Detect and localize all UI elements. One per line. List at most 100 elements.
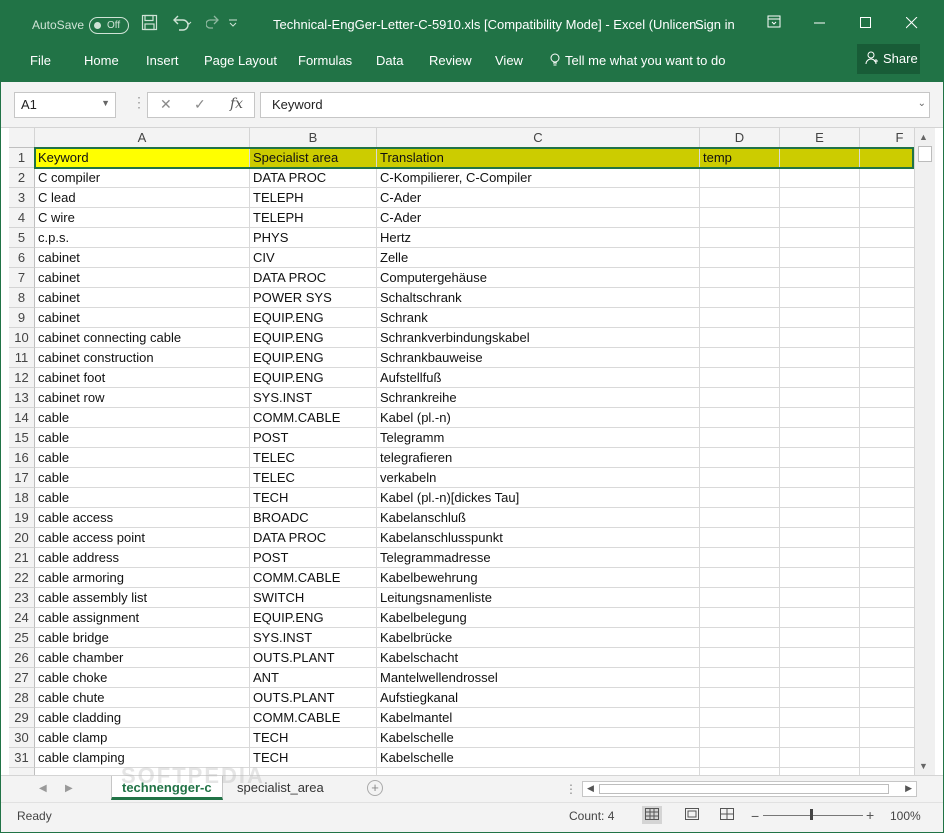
minimize-icon[interactable] xyxy=(797,9,843,41)
cell-c[interactable]: C-Ader xyxy=(377,188,700,208)
horizontal-scrollbar[interactable]: ◀ ▶ xyxy=(582,781,917,797)
cell-b[interactable]: Specialist area xyxy=(250,148,377,168)
cell-f[interactable] xyxy=(860,508,914,528)
cell-a[interactable]: cable address xyxy=(35,548,250,568)
cell-d[interactable] xyxy=(700,628,780,648)
cell-b[interactable]: EQUIP.ENG xyxy=(250,608,377,628)
cell-a[interactable]: cabinet xyxy=(35,268,250,288)
cell-d[interactable] xyxy=(700,468,780,488)
row-header[interactable]: 17 xyxy=(9,468,35,488)
cell-c[interactable]: Aufstiegkanal xyxy=(377,688,700,708)
column-header-e[interactable]: E xyxy=(780,128,860,148)
cell-f[interactable] xyxy=(860,708,914,728)
row-header[interactable]: 13 xyxy=(9,388,35,408)
cell-c[interactable]: Kabelschacht xyxy=(377,648,700,668)
cell-c[interactable]: Schrank xyxy=(377,308,700,328)
cell-e[interactable] xyxy=(780,328,860,348)
cell-f[interactable] xyxy=(860,628,914,648)
next-sheet-icon[interactable]: ▶ xyxy=(65,783,73,794)
cell-a[interactable]: cable assignment xyxy=(35,608,250,628)
cell-f[interactable] xyxy=(860,148,914,168)
cell-f[interactable] xyxy=(860,388,914,408)
cell-e[interactable] xyxy=(780,708,860,728)
tab-data[interactable]: Data xyxy=(376,53,403,69)
cell-d[interactable] xyxy=(700,168,780,188)
cell-c[interactable]: Hertz xyxy=(377,228,700,248)
cell-b[interactable]: OUTS.PLANT xyxy=(250,688,377,708)
cell-b[interactable]: TECH xyxy=(250,748,377,768)
tab-insert[interactable]: Insert xyxy=(146,53,179,69)
cell-e[interactable] xyxy=(780,388,860,408)
cell-b[interactable]: COMM.CABLE xyxy=(250,408,377,428)
cell-e[interactable] xyxy=(780,688,860,708)
page-break-view-icon[interactable] xyxy=(717,806,737,824)
chevron-down-icon[interactable]: ▼ xyxy=(101,98,110,108)
status-count[interactable]: Count: 4 xyxy=(569,809,614,823)
cell-a[interactable]: cable bridge xyxy=(35,628,250,648)
cell-a[interactable]: cable chamber xyxy=(35,648,250,668)
cell-f[interactable] xyxy=(860,348,914,368)
cell-f[interactable] xyxy=(860,448,914,468)
cell-d[interactable] xyxy=(700,728,780,748)
cell-d[interactable] xyxy=(700,288,780,308)
cell-a[interactable]: cable xyxy=(35,428,250,448)
cell-a[interactable]: C lead xyxy=(35,188,250,208)
cell-d[interactable] xyxy=(700,748,780,768)
cell-d[interactable] xyxy=(700,388,780,408)
customize-qat-icon[interactable] xyxy=(227,14,239,37)
row-header[interactable]: 11 xyxy=(9,348,35,368)
normal-view-icon[interactable] xyxy=(642,806,662,824)
horizontal-scroll-thumb[interactable] xyxy=(599,784,889,794)
expand-formula-icon[interactable]: ⌄ xyxy=(918,98,926,109)
cell-d[interactable] xyxy=(700,648,780,668)
cell-f[interactable] xyxy=(860,548,914,568)
select-all-corner[interactable] xyxy=(9,128,35,148)
cell-a[interactable]: cable chute xyxy=(35,688,250,708)
cell-d[interactable] xyxy=(700,688,780,708)
cell-a[interactable]: cable clamping xyxy=(35,748,250,768)
cell-e[interactable] xyxy=(780,168,860,188)
cell-c[interactable]: Kabelbelegung xyxy=(377,608,700,628)
cell-d[interactable] xyxy=(700,608,780,628)
cell-a[interactable]: cabinet xyxy=(35,308,250,328)
tab-splitter[interactable]: ⋮ xyxy=(565,782,577,796)
cell-e[interactable] xyxy=(780,728,860,748)
tab-page-layout[interactable]: Page Layout xyxy=(204,53,277,69)
row-header[interactable] xyxy=(9,768,35,775)
row-header[interactable]: 5 xyxy=(9,228,35,248)
cell-c[interactable]: Zelle xyxy=(377,248,700,268)
cell-c[interactable]: Kabelschelle xyxy=(377,748,700,768)
cell-e[interactable] xyxy=(780,188,860,208)
cell-f[interactable] xyxy=(860,748,914,768)
cell-c[interactable]: telegrafieren xyxy=(377,448,700,468)
zoom-slider-track[interactable] xyxy=(763,815,863,816)
cell-a[interactable]: c.p.s. xyxy=(35,228,250,248)
cell-d[interactable] xyxy=(700,248,780,268)
cell-a[interactable]: cabinet connecting cable xyxy=(35,328,250,348)
cell-d[interactable] xyxy=(700,428,780,448)
cell-a[interactable]: cable xyxy=(35,468,250,488)
cell-a[interactable]: cable clamp xyxy=(35,728,250,748)
cell-f[interactable] xyxy=(860,248,914,268)
cell-b[interactable]: BROADC xyxy=(250,508,377,528)
cell-b[interactable]: TELEPH xyxy=(250,188,377,208)
cell-e[interactable] xyxy=(780,148,860,168)
cell-e[interactable] xyxy=(780,348,860,368)
cell-d[interactable] xyxy=(700,548,780,568)
cell-a[interactable]: cable xyxy=(35,488,250,508)
cell-e[interactable] xyxy=(780,248,860,268)
cell-d[interactable] xyxy=(700,228,780,248)
cell-c[interactable]: Telegrammadresse xyxy=(377,548,700,568)
tell-me-search[interactable]: Tell me what you want to do xyxy=(549,53,725,68)
cell-b[interactable] xyxy=(250,768,377,775)
row-header[interactable]: 10 xyxy=(9,328,35,348)
cell-a[interactable]: Keyword xyxy=(35,148,250,168)
insert-function-icon[interactable]: fx xyxy=(230,96,243,112)
cell-b[interactable]: TECH xyxy=(250,728,377,748)
cell-a[interactable]: cabinet foot xyxy=(35,368,250,388)
cell-f[interactable] xyxy=(860,668,914,688)
row-header[interactable]: 30 xyxy=(9,728,35,748)
cell-f[interactable] xyxy=(860,268,914,288)
cell-e[interactable] xyxy=(780,448,860,468)
cell-f[interactable] xyxy=(860,588,914,608)
